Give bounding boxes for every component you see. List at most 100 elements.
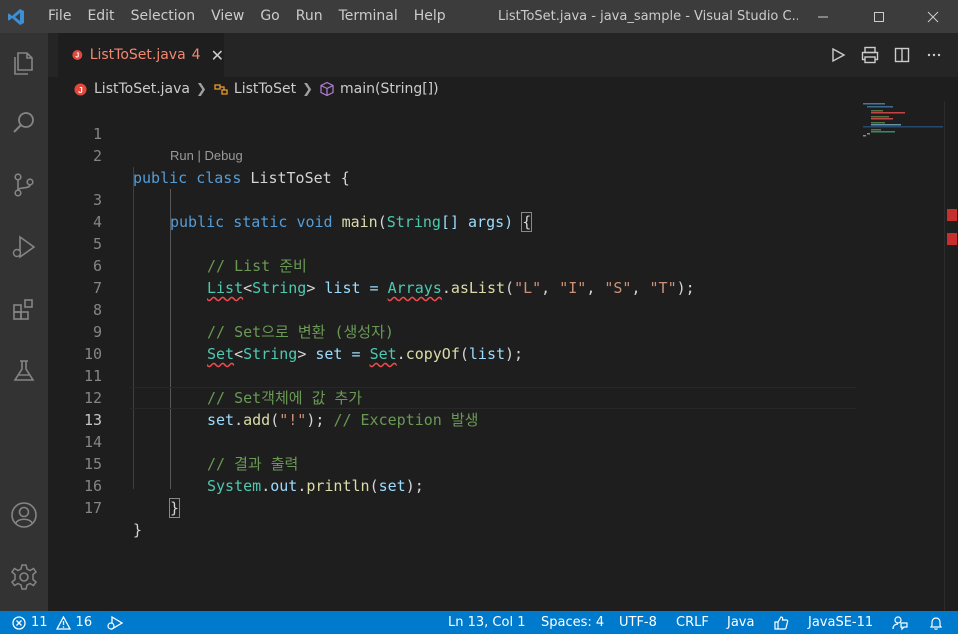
chevron-right-icon: ❯ bbox=[302, 81, 313, 97]
search-button[interactable] bbox=[0, 99, 48, 147]
line-number: 17 bbox=[83, 499, 102, 517]
tab-bar: J ListToSet.java 4 ✕ bbox=[48, 33, 958, 77]
indentation[interactable]: Spaces: 4 bbox=[541, 611, 604, 634]
code-line: 5 // List 준비 bbox=[48, 211, 858, 275]
source-control-button[interactable] bbox=[0, 161, 48, 209]
search-icon bbox=[13, 112, 34, 133]
breadcrumb-class[interactable]: ListToSet bbox=[213, 81, 296, 97]
explorer-button[interactable] bbox=[0, 39, 48, 87]
more-actions-button[interactable] bbox=[918, 39, 950, 71]
menu-edit[interactable]: Edit bbox=[79, 0, 122, 33]
code-line: 1 bbox=[48, 101, 858, 143]
code-line: 6 List<String> list = Arrays.asList("L",… bbox=[48, 233, 858, 297]
code-line: 4 bbox=[48, 189, 858, 231]
maximize-button[interactable] bbox=[856, 0, 902, 33]
source-control-icon bbox=[14, 173, 34, 197]
feedback-icon bbox=[892, 615, 908, 630]
debug-status-button[interactable] bbox=[106, 611, 124, 634]
play-icon bbox=[832, 47, 846, 63]
symbol-method-icon bbox=[320, 81, 334, 97]
status-bar: 11 16 Ln 13, Col 1 Spaces: 4 UTF-8 CRLF … bbox=[0, 611, 958, 634]
run-java-button[interactable] bbox=[822, 39, 854, 71]
extensions-icon bbox=[13, 299, 33, 320]
code-text: } bbox=[133, 521, 143, 539]
code-line: 11 // Set객체에 값 추가 bbox=[48, 343, 858, 407]
breadcrumb-method[interactable]: main(String[]) bbox=[319, 81, 439, 97]
split-editor-icon bbox=[894, 47, 910, 63]
code-text: } bbox=[168, 498, 181, 518]
account-button[interactable] bbox=[0, 491, 48, 539]
encoding[interactable]: UTF-8 bbox=[619, 611, 657, 634]
java-status-button[interactable] bbox=[773, 611, 789, 634]
notifications-button[interactable] bbox=[928, 611, 944, 634]
window-title: ListToSet.java - java_sample - Visual St… bbox=[498, 9, 798, 24]
tab-close-icon[interactable]: ✕ bbox=[211, 46, 224, 65]
code-editor[interactable]: 1 2 public class ListToSet { Run | Debug… bbox=[48, 101, 858, 611]
open-preview-button[interactable] bbox=[854, 39, 886, 71]
manage-button[interactable] bbox=[0, 553, 48, 601]
menu-view[interactable]: View bbox=[203, 0, 252, 33]
cursor-position[interactable]: Ln 13, Col 1 bbox=[448, 611, 525, 634]
code-line: 17 } bbox=[48, 475, 858, 539]
run-debug-icon bbox=[12, 235, 36, 259]
thumbs-up-icon bbox=[774, 615, 789, 630]
breadcrumb-method-label: main(String[]) bbox=[340, 81, 439, 97]
code-line: 3 public static void main(String[] args)… bbox=[48, 167, 858, 232]
code-line: 12 set.add("!"); // Exception 발생 bbox=[48, 365, 858, 429]
maximize-icon bbox=[874, 11, 884, 22]
java-file-icon: J bbox=[74, 82, 87, 96]
error-icon bbox=[12, 615, 26, 630]
split-editor-button[interactable] bbox=[886, 39, 918, 71]
ellipsis-icon bbox=[927, 53, 941, 57]
code-line: 9 Set<String> set = Set.copyOf(list); bbox=[48, 299, 858, 363]
java-runtime[interactable]: JavaSE-11 bbox=[808, 611, 873, 634]
run-debug-button[interactable] bbox=[0, 223, 48, 271]
minimize-button[interactable] bbox=[800, 0, 846, 33]
breadcrumb-class-label: ListToSet bbox=[233, 81, 297, 97]
language-mode[interactable]: Java bbox=[727, 611, 754, 634]
scrollbar-error-marker bbox=[947, 209, 957, 221]
feedback-button[interactable] bbox=[892, 611, 908, 634]
menu-terminal[interactable]: Terminal bbox=[331, 0, 406, 33]
breadcrumb: J ListToSet.java ❯ ListToSet ❯ main(Stri… bbox=[48, 77, 958, 101]
vertical-scrollbar[interactable] bbox=[944, 101, 958, 611]
close-icon bbox=[927, 11, 939, 22]
codelens-run-debug[interactable]: Run | Debug bbox=[170, 145, 243, 167]
menu-help[interactable]: Help bbox=[406, 0, 454, 33]
tab-label: ListToSet.java bbox=[89, 47, 186, 63]
java-file-icon: J bbox=[72, 50, 83, 60]
vscode-logo-icon bbox=[2, 0, 30, 33]
minimize-icon bbox=[818, 16, 828, 17]
close-window-button[interactable] bbox=[910, 0, 956, 33]
code-line: 16 } bbox=[48, 453, 858, 518]
editor-area: J ListToSet.java 4 ✕ J ListToSet.java ❯ bbox=[48, 33, 958, 611]
end-of-line[interactable]: CRLF bbox=[676, 611, 709, 634]
minimap[interactable] bbox=[858, 101, 944, 611]
menu-go[interactable]: Go bbox=[252, 0, 287, 33]
error-count: 11 bbox=[31, 615, 48, 630]
menu-file[interactable]: File bbox=[40, 0, 79, 33]
menu-bar: File Edit Selection View Go Run Terminal… bbox=[40, 0, 454, 33]
bell-icon bbox=[929, 616, 943, 630]
scrollbar-error-marker bbox=[947, 233, 957, 245]
title-bar: File Edit Selection View Go Run Terminal… bbox=[0, 0, 958, 33]
extensions-button[interactable] bbox=[0, 285, 48, 333]
files-icon bbox=[14, 52, 33, 75]
menu-run[interactable]: Run bbox=[288, 0, 331, 33]
breadcrumb-file[interactable]: J ListToSet.java bbox=[74, 81, 190, 97]
tab-listtoset-java[interactable]: J ListToSet.java 4 ✕ bbox=[58, 33, 224, 77]
java-file-icon-letter: J bbox=[78, 84, 83, 94]
symbol-class-icon bbox=[214, 84, 228, 95]
activity-bar bbox=[0, 33, 48, 611]
code-line: 8 // Set으로 변환 (생성자) bbox=[48, 277, 858, 341]
debug-alt-icon bbox=[107, 615, 124, 630]
testing-icon bbox=[13, 360, 35, 381]
warning-count: 16 bbox=[75, 615, 93, 630]
problems-indicator[interactable]: 11 16 bbox=[12, 611, 92, 634]
chevron-right-icon: ❯ bbox=[195, 81, 207, 97]
code-line: 14 // 결과 출력 bbox=[48, 409, 858, 473]
code-line: 2 public class ListToSet { bbox=[48, 123, 858, 187]
code-line: 15 System.out.println(set); bbox=[48, 431, 858, 495]
testing-button[interactable] bbox=[0, 347, 48, 395]
menu-selection[interactable]: Selection bbox=[123, 0, 204, 33]
